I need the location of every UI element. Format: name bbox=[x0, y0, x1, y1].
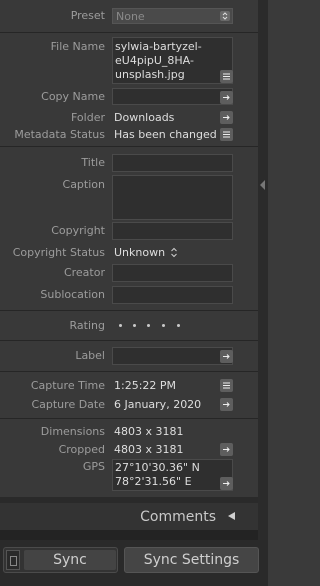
sync-button[interactable]: Sync bbox=[24, 550, 116, 570]
divider bbox=[0, 340, 258, 341]
gps-longitude: 78°2'31.56" E bbox=[115, 475, 192, 488]
copy-name-field[interactable] bbox=[112, 88, 233, 105]
file-name-line-2: eU4pipU_8HA- bbox=[115, 54, 194, 67]
rating-dot-5[interactable] bbox=[177, 324, 180, 327]
rating-stars[interactable] bbox=[112, 318, 192, 332]
metadata-status-list-icon[interactable] bbox=[220, 128, 233, 141]
comments-expand-icon[interactable] bbox=[228, 512, 235, 520]
preset-select[interactable]: None bbox=[112, 8, 233, 24]
copy-name-label: Copy Name bbox=[41, 90, 105, 103]
capture-date-go-icon[interactable] bbox=[220, 398, 233, 411]
auto-sync-toggle[interactable] bbox=[6, 550, 20, 570]
sublocation-label: Sublocation bbox=[40, 288, 105, 301]
copyright-status-arrows-icon[interactable] bbox=[170, 247, 178, 261]
divider bbox=[0, 32, 258, 33]
comments-header[interactable]: Comments bbox=[0, 503, 258, 530]
cropped-go-icon[interactable] bbox=[220, 443, 233, 456]
metadata-status-label: Metadata Status bbox=[14, 128, 105, 141]
caption-field[interactable] bbox=[112, 175, 233, 220]
copyright-status-label: Copyright Status bbox=[12, 246, 105, 259]
sync-button-label: Sync bbox=[53, 552, 87, 568]
capture-time-list-icon[interactable] bbox=[220, 379, 233, 392]
select-arrows-icon bbox=[220, 11, 230, 21]
divider bbox=[0, 146, 258, 147]
label-go-icon[interactable] bbox=[220, 350, 233, 363]
divider bbox=[0, 418, 258, 419]
rating-dot-3[interactable] bbox=[147, 324, 150, 327]
rating-dot-2[interactable] bbox=[133, 324, 136, 327]
label-field[interactable] bbox=[112, 347, 233, 365]
capture-date-value: 6 January, 2020 bbox=[114, 398, 202, 411]
file-name-label: File Name bbox=[50, 40, 105, 53]
folder-go-icon[interactable] bbox=[220, 111, 233, 124]
sync-settings-label: Sync Settings bbox=[143, 552, 240, 568]
rating-dot-1[interactable] bbox=[119, 324, 122, 327]
creator-field[interactable] bbox=[112, 264, 233, 282]
dimensions-value: 4803 x 3181 bbox=[114, 425, 184, 438]
gps-go-icon[interactable] bbox=[220, 477, 233, 490]
title-field[interactable] bbox=[112, 154, 233, 172]
comments-label: Comments bbox=[140, 509, 216, 525]
gps-field[interactable]: 27°10'30.36" N 78°2'31.56" E bbox=[112, 459, 233, 491]
panel-collapse-icon[interactable] bbox=[260, 180, 265, 190]
label-label: Label bbox=[75, 349, 105, 362]
scrollbar-track[interactable] bbox=[0, 530, 258, 540]
folder-label: Folder bbox=[71, 111, 105, 124]
preset-label: Preset bbox=[70, 9, 105, 22]
sync-footer: Sync Sync Settings bbox=[0, 540, 268, 586]
panel-edge-strip bbox=[258, 0, 268, 586]
dimensions-label: Dimensions bbox=[40, 425, 105, 438]
sync-settings-button[interactable]: Sync Settings bbox=[124, 547, 259, 573]
file-name-list-icon[interactable] bbox=[220, 70, 233, 83]
copyright-field[interactable] bbox=[112, 222, 233, 240]
file-name-line-1: sylwia-bartyzel- bbox=[115, 40, 202, 53]
capture-time-label: Capture Time bbox=[30, 379, 105, 392]
copy-name-go-icon[interactable] bbox=[220, 91, 233, 104]
cropped-value: 4803 x 3181 bbox=[114, 443, 184, 456]
cropped-label: Cropped bbox=[58, 443, 105, 456]
folder-value: Downloads bbox=[114, 111, 175, 124]
divider bbox=[0, 310, 258, 311]
sublocation-field[interactable] bbox=[112, 286, 233, 304]
metadata-status-value: Has been changed bbox=[114, 128, 217, 141]
copyright-label: Copyright bbox=[51, 224, 105, 237]
caption-label: Caption bbox=[62, 178, 105, 191]
toggle-switch-icon bbox=[10, 556, 17, 566]
capture-date-label: Capture Date bbox=[31, 398, 105, 411]
rating-dot-4[interactable] bbox=[162, 324, 165, 327]
file-name-field[interactable]: sylwia-bartyzel- eU4pipU_8HA- unsplash.j… bbox=[112, 37, 233, 84]
capture-time-value: 1:25:22 PM bbox=[114, 379, 177, 392]
gps-latitude: 27°10'30.36" N bbox=[115, 461, 200, 474]
gps-label: GPS bbox=[82, 460, 105, 473]
creator-label: Creator bbox=[63, 266, 105, 279]
rating-label: Rating bbox=[69, 319, 105, 332]
file-name-line-3: unsplash.jpg bbox=[115, 68, 185, 81]
title-label: Title bbox=[81, 156, 105, 169]
divider bbox=[0, 371, 258, 372]
preset-value: None bbox=[116, 10, 145, 23]
copyright-status-value[interactable]: Unknown bbox=[114, 246, 165, 259]
